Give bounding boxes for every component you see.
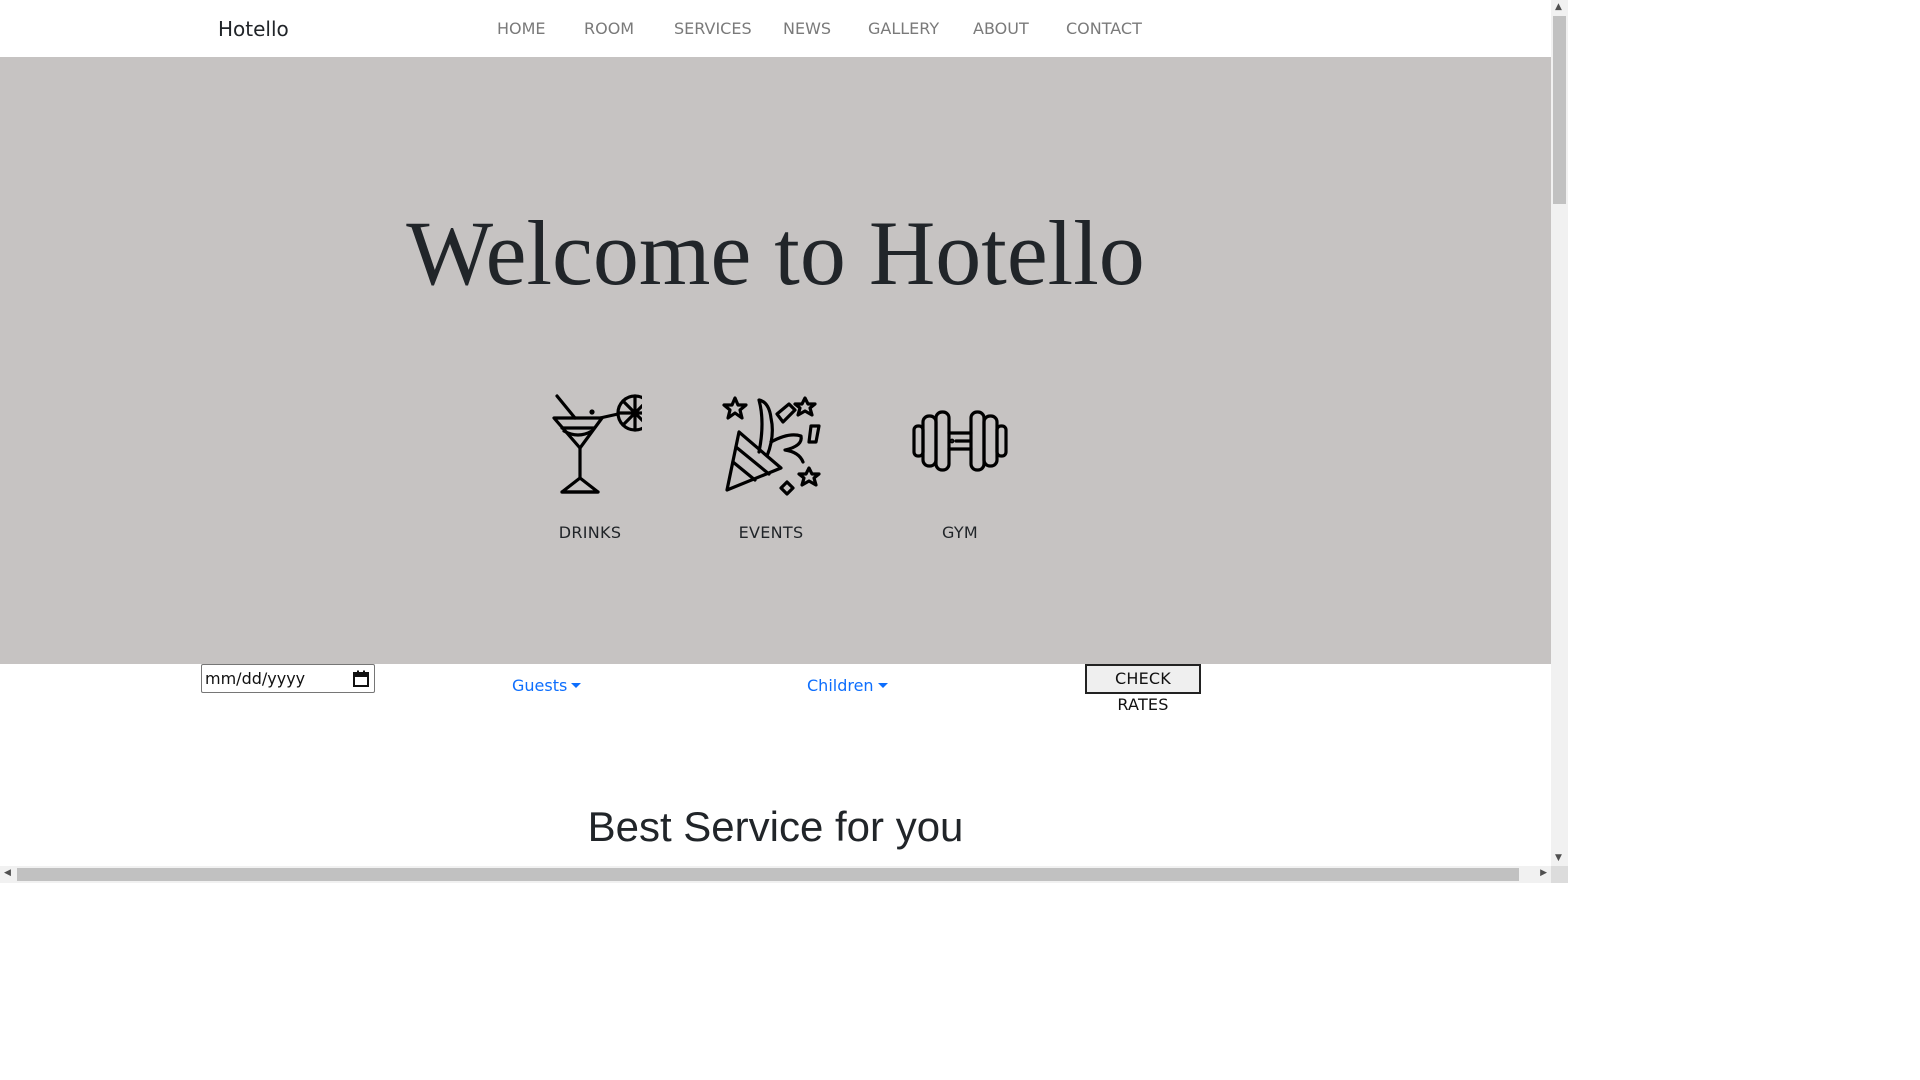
check-rates-button[interactable]: CHECK RATES — [1085, 664, 1201, 714]
nav-gallery[interactable]: GALLERY — [868, 19, 939, 38]
cocktail-icon — [552, 394, 642, 494]
calendar-icon[interactable] — [353, 670, 369, 687]
navbar: Hotello HOME ROOM SERVICES NEWS GALLERY … — [0, 0, 1551, 57]
horizontal-scrollbar-thumb[interactable] — [17, 868, 1519, 881]
feature-events: EVENTS — [706, 392, 836, 542]
date-placeholder: mm/dd/yyyy — [205, 669, 306, 688]
section-title: Best Service for you — [587, 803, 964, 850]
feature-drinks: DRINKS — [525, 392, 655, 542]
scroll-left-icon[interactable]: ◀ — [4, 869, 11, 878]
nav-home[interactable]: HOME — [497, 19, 546, 38]
scrollbar-corner — [1551, 866, 1568, 883]
hero-title: Welcome to Hotello — [406, 202, 1145, 304]
horizontal-scrollbar[interactable]: ◀ ▶ — [0, 866, 1551, 883]
brand-logo[interactable]: Hotello — [218, 17, 289, 41]
feature-gym-label: GYM — [941, 523, 979, 542]
scroll-down-icon[interactable]: ▼ — [1555, 854, 1562, 863]
scroll-up-icon[interactable]: ▲ — [1555, 3, 1562, 12]
hero-section: Welcome to Hotello DRINKS EVENTS GYM — [0, 57, 1551, 664]
nav-services[interactable]: SERVICES — [674, 19, 752, 38]
guests-dropdown[interactable]: Guests — [512, 676, 582, 695]
guests-dropdown-label: Guests — [512, 676, 568, 695]
children-dropdown-label: Children — [807, 676, 874, 695]
check-in-date-input[interactable]: mm/dd/yyyy — [201, 664, 375, 693]
feature-gym: GYM — [895, 392, 1025, 542]
dumbbell-icon — [912, 410, 1008, 472]
feature-drinks-label: DRINKS — [558, 523, 622, 542]
nav-about[interactable]: ABOUT — [973, 19, 1029, 38]
chevron-down-icon — [877, 683, 888, 688]
nav-contact[interactable]: CONTACT — [1066, 19, 1142, 38]
nav-news[interactable]: NEWS — [783, 19, 831, 38]
children-dropdown[interactable]: Children — [807, 676, 888, 695]
nav-room[interactable]: ROOM — [584, 19, 634, 38]
feature-events-label: EVENTS — [738, 523, 804, 542]
party-popper-icon — [722, 396, 821, 496]
vertical-scrollbar-thumb[interactable] — [1553, 16, 1566, 204]
vertical-scrollbar[interactable]: ▲ ▼ — [1551, 0, 1568, 866]
chevron-down-icon — [571, 683, 582, 688]
scroll-right-icon[interactable]: ▶ — [1540, 869, 1547, 878]
